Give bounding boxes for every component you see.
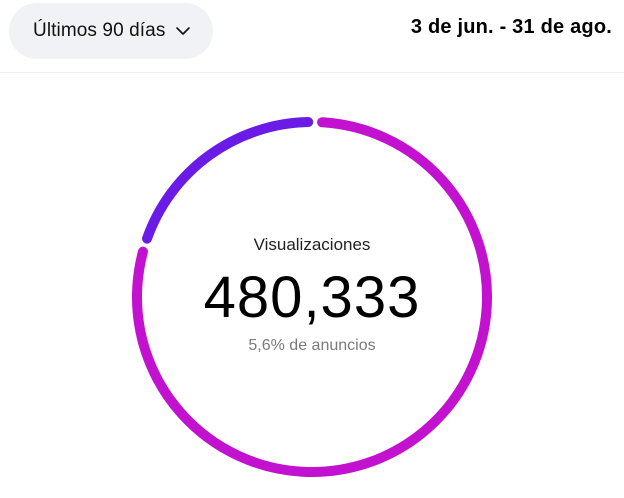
metric-value: 480,333 xyxy=(203,265,421,330)
date-range-dropdown-label: Últimos 90 días xyxy=(33,20,166,41)
top-bar: Últimos 90 días 3 de jun. - 31 de ago. xyxy=(0,0,624,73)
metric-label: Visualizaciones xyxy=(253,235,371,254)
date-range-dropdown[interactable]: Últimos 90 días xyxy=(9,3,213,59)
metric-sub-label: 5,6% de anuncios xyxy=(248,337,376,354)
date-range-text: 3 de jun. - 31 de ago. xyxy=(410,16,612,38)
metric-center: Visualizaciones 480,333 5,6% de anuncios xyxy=(127,112,497,482)
chevron-down-icon xyxy=(175,23,191,39)
